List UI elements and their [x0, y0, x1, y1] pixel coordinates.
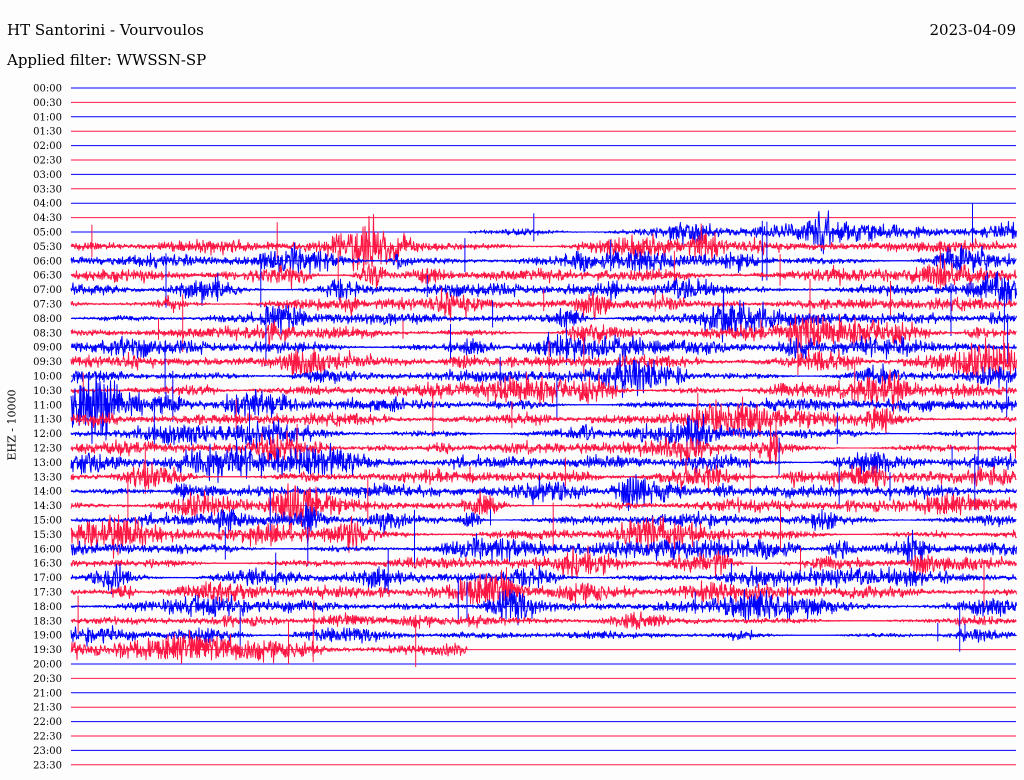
row-label-0100: 01:00: [33, 112, 62, 123]
row-label-0700: 07:00: [33, 285, 62, 296]
trace-1700: [70, 563, 1017, 595]
trace-0530: [70, 214, 1017, 272]
row-label-2000: 20:00: [33, 660, 62, 671]
row-label-2130: 21:30: [33, 703, 62, 714]
row-label-2300: 23:00: [33, 746, 62, 757]
seismic-traces: [70, 203, 1017, 667]
row-label-1430: 14:30: [33, 501, 62, 512]
row-label-0130: 01:30: [33, 127, 62, 138]
row-label-0730: 07:30: [33, 300, 62, 311]
row-label-1830: 18:30: [33, 616, 62, 627]
row-label-1530: 15:30: [33, 530, 62, 541]
row-label-0930: 09:30: [33, 357, 62, 368]
row-label-0830: 08:30: [33, 328, 62, 339]
row-label-2030: 20:30: [33, 674, 62, 685]
row-label-1700: 17:00: [33, 573, 62, 584]
row-label-1330: 13:30: [33, 472, 62, 483]
row-label-0000: 00:00: [33, 84, 62, 95]
row-label-0530: 05:30: [33, 242, 62, 253]
row-label-0800: 08:00: [33, 314, 62, 325]
seismogram-plot: 00:00 00:30 01:00 01:30 02:00 02:30 03:00 03:30…: [33, 84, 1017, 772]
row-label-0200: 02:00: [33, 141, 62, 152]
row-label-2330: 23:30: [33, 760, 62, 771]
row-label-1300: 13:00: [33, 458, 62, 469]
row-label-2100: 21:00: [33, 688, 62, 699]
row-label-1400: 14:00: [33, 487, 62, 498]
row-label-0500: 05:00: [33, 228, 62, 239]
row-label-1200: 12:00: [33, 429, 62, 440]
row-label-0600: 06:00: [33, 256, 62, 267]
row-label-1000: 10:00: [33, 372, 62, 383]
row-label-0230: 02:30: [33, 156, 62, 167]
row-label-1100: 11:00: [33, 400, 62, 411]
row-label-0900: 09:00: [33, 343, 62, 354]
row-label-0330: 03:30: [33, 184, 62, 195]
row-label-0300: 03:00: [33, 170, 62, 181]
row-label-1130: 11:30: [33, 415, 62, 426]
row-label-1600: 16:00: [33, 544, 62, 555]
row-label-0030: 00:30: [33, 98, 62, 109]
row-label-0630: 06:30: [33, 271, 62, 282]
row-label-1930: 19:30: [33, 645, 62, 656]
row-label-1800: 18:00: [33, 602, 62, 613]
trace-1130: [70, 396, 1017, 438]
row-label-2200: 22:00: [33, 717, 62, 728]
row-label-1030: 10:30: [33, 386, 62, 397]
time-row-labels: 00:00 00:30 01:00 01:30 02:00 02:30 03:00 03:30…: [33, 84, 62, 772]
row-label-1500: 15:00: [33, 516, 62, 527]
trace-1830: [70, 611, 1017, 630]
row-label-2230: 22:30: [33, 732, 62, 743]
row-label-1900: 19:00: [33, 631, 62, 642]
row-label-0430: 04:30: [33, 213, 62, 224]
row-label-1230: 12:30: [33, 444, 62, 455]
row-label-1630: 16:30: [33, 559, 62, 570]
row-label-1730: 17:30: [33, 588, 62, 599]
row-label-0400: 04:00: [33, 199, 62, 210]
